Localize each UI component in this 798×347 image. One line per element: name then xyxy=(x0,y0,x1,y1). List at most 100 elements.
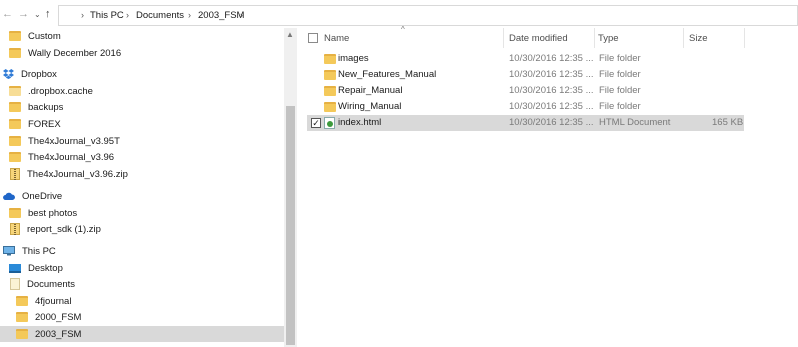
scroll-up-icon[interactable]: ▲ xyxy=(286,30,294,39)
column-divider[interactable] xyxy=(503,28,504,48)
folder-icon xyxy=(9,152,21,162)
sidebar-item-label: This PC xyxy=(22,245,56,257)
sidebar-item-2000-fsm[interactable]: 2000_FSM xyxy=(0,309,284,325)
file-name: images xyxy=(338,53,369,64)
sidebar-item-label: best photos xyxy=(28,207,78,219)
folder-icon xyxy=(324,102,336,112)
row-checkbox[interactable]: ✓ xyxy=(311,118,321,128)
column-header-name[interactable]: Name xyxy=(324,28,504,48)
dropbox-icon xyxy=(3,69,14,79)
file-date: 10/30/2016 12:35 ... xyxy=(509,69,594,80)
zip-icon xyxy=(10,168,20,180)
folder-icon xyxy=(9,48,21,58)
sidebar-item-wally-december-2016[interactable]: Wally December 2016 xyxy=(0,45,284,61)
file-type: File folder xyxy=(599,69,641,80)
file-date: 10/30/2016 12:35 ... xyxy=(509,117,594,128)
nav-scrollbar[interactable]: ▲ xyxy=(284,28,297,347)
sidebar-item-label: Dropbox xyxy=(21,68,57,80)
breadcrumb-documents[interactable]: Documents xyxy=(136,10,184,21)
file-row-repair-manual[interactable]: Repair_Manual 10/30/2016 12:35 ... File … xyxy=(307,83,744,99)
sidebar-item-label: FOREX xyxy=(28,118,61,130)
file-row-index-html[interactable]: ✓ index.html 10/30/2016 12:35 ... HTML D… xyxy=(307,115,744,131)
sidebar-item-4fjournal[interactable]: 4fjournal xyxy=(0,293,284,309)
column-header-type[interactable]: Type xyxy=(598,28,684,48)
chevron-down-icon[interactable]: ⌄ xyxy=(34,10,41,19)
file-date: 10/30/2016 12:35 ... xyxy=(509,53,594,64)
folder-icon xyxy=(16,312,28,322)
select-all-checkbox[interactable] xyxy=(308,33,318,43)
file-size: 165 KB xyxy=(712,117,744,128)
chevron-right-icon[interactable]: › xyxy=(81,10,84,20)
file-name: Repair_Manual xyxy=(338,85,403,96)
back-arrow-icon[interactable]: ← xyxy=(2,8,13,20)
documents-icon xyxy=(10,278,20,290)
sidebar-item-label: backups xyxy=(28,101,64,113)
sidebar-item-the4xjournal-zip[interactable]: The4xJournal_v3.96.zip xyxy=(0,166,284,182)
folder-icon xyxy=(9,208,21,218)
breadcrumb-2003-fsm[interactable]: 2003_FSM xyxy=(198,10,244,21)
file-date: 10/30/2016 12:35 ... xyxy=(509,85,594,96)
forward-arrow-icon[interactable]: → xyxy=(18,8,29,20)
folder-icon xyxy=(324,70,336,80)
navigation-pane: Custom Wally December 2016 Dropbox .drop… xyxy=(0,28,284,347)
sidebar-item-label: OneDrive xyxy=(22,190,63,202)
sidebar-item-label: 4fjournal xyxy=(35,295,72,307)
column-divider[interactable] xyxy=(683,28,684,48)
sidebar-item-forex[interactable]: FOREX xyxy=(0,116,284,132)
sidebar-item-backups[interactable]: backups xyxy=(0,99,284,115)
sidebar-item-label: Desktop xyxy=(28,262,63,274)
desktop-icon xyxy=(9,263,21,273)
file-row-wiring-manual[interactable]: Wiring_Manual 10/30/2016 12:35 ... File … xyxy=(307,99,744,115)
up-arrow-icon[interactable]: ↑ xyxy=(45,8,51,20)
folder-icon xyxy=(9,119,21,129)
file-name: New_Features_Manual xyxy=(338,69,437,80)
folder-icon xyxy=(9,136,21,146)
chevron-right-icon[interactable]: › xyxy=(126,10,129,20)
scroll-thumb[interactable] xyxy=(286,106,295,345)
sidebar-item-label: The4xJournal_v3.96 xyxy=(28,151,115,163)
file-row-images[interactable]: images 10/30/2016 12:35 ... File folder xyxy=(307,51,744,67)
file-name: index.html xyxy=(338,117,382,128)
address-input[interactable]: › This PC › Documents › 2003_FSM › xyxy=(58,5,798,26)
sidebar-item-dropbox-cache[interactable]: .dropbox.cache xyxy=(0,83,284,99)
sidebar-item-onedrive[interactable]: OneDrive xyxy=(0,188,284,204)
file-date: 10/30/2016 12:35 ... xyxy=(509,101,594,112)
folder-icon xyxy=(9,102,21,112)
sidebar-item-custom[interactable]: Custom xyxy=(0,28,284,44)
sidebar-item-label: Custom xyxy=(28,30,61,42)
sidebar-item-the4xjournal-v396[interactable]: The4xJournal_v3.96 xyxy=(0,149,284,165)
folder-icon xyxy=(324,54,336,64)
sidebar-item-label: Documents xyxy=(27,278,76,290)
sidebar-item-2003-fsm[interactable]: 2003_FSM xyxy=(0,326,284,342)
file-type: File folder xyxy=(599,85,641,96)
column-header-date-modified[interactable]: Date modified xyxy=(509,28,595,48)
address-bar: ← → ⌄ ↑ › This PC › Documents › 2003_FSM… xyxy=(0,0,798,30)
sidebar-item-label: The4xJournal_v3.95T xyxy=(28,135,120,147)
chevron-right-icon[interactable]: › xyxy=(240,10,243,20)
breadcrumb-this-pc[interactable]: This PC xyxy=(90,10,124,21)
column-divider[interactable] xyxy=(744,28,745,48)
sidebar-item-label: .dropbox.cache xyxy=(28,85,93,97)
file-name: Wiring_Manual xyxy=(338,101,402,112)
column-divider[interactable] xyxy=(594,28,595,48)
sidebar-item-best-photos[interactable]: best photos xyxy=(0,205,284,221)
file-list-pane: ^ Name Date modified Type Size images 10… xyxy=(301,25,798,347)
sidebar-item-label: The4xJournal_v3.96.zip xyxy=(27,168,128,180)
sidebar-item-label: Wally December 2016 xyxy=(28,47,122,59)
column-header-size[interactable]: Size xyxy=(689,28,749,48)
sidebar-item-label: report_sdk (1).zip xyxy=(27,223,101,235)
sidebar-item-desktop[interactable]: Desktop xyxy=(0,260,284,276)
file-row-new-features-manual[interactable]: New_Features_Manual 10/30/2016 12:35 ...… xyxy=(307,67,744,83)
folder-icon xyxy=(16,329,28,339)
sidebar-item-this-pc[interactable]: This PC xyxy=(0,243,284,259)
folder-icon xyxy=(324,86,336,96)
chevron-right-icon[interactable]: › xyxy=(188,10,191,20)
folder-icon xyxy=(16,296,28,306)
folder-icon xyxy=(9,86,21,96)
sidebar-item-report-sdk-zip[interactable]: report_sdk (1).zip xyxy=(0,221,284,237)
sidebar-item-dropbox[interactable]: Dropbox xyxy=(0,66,284,82)
sidebar-item-the4xjournal-v395t[interactable]: The4xJournal_v3.95T xyxy=(0,133,284,149)
sidebar-item-label: 2003_FSM xyxy=(35,328,82,340)
sidebar-item-documents[interactable]: Documents xyxy=(0,276,284,292)
file-type: File folder xyxy=(599,101,641,112)
